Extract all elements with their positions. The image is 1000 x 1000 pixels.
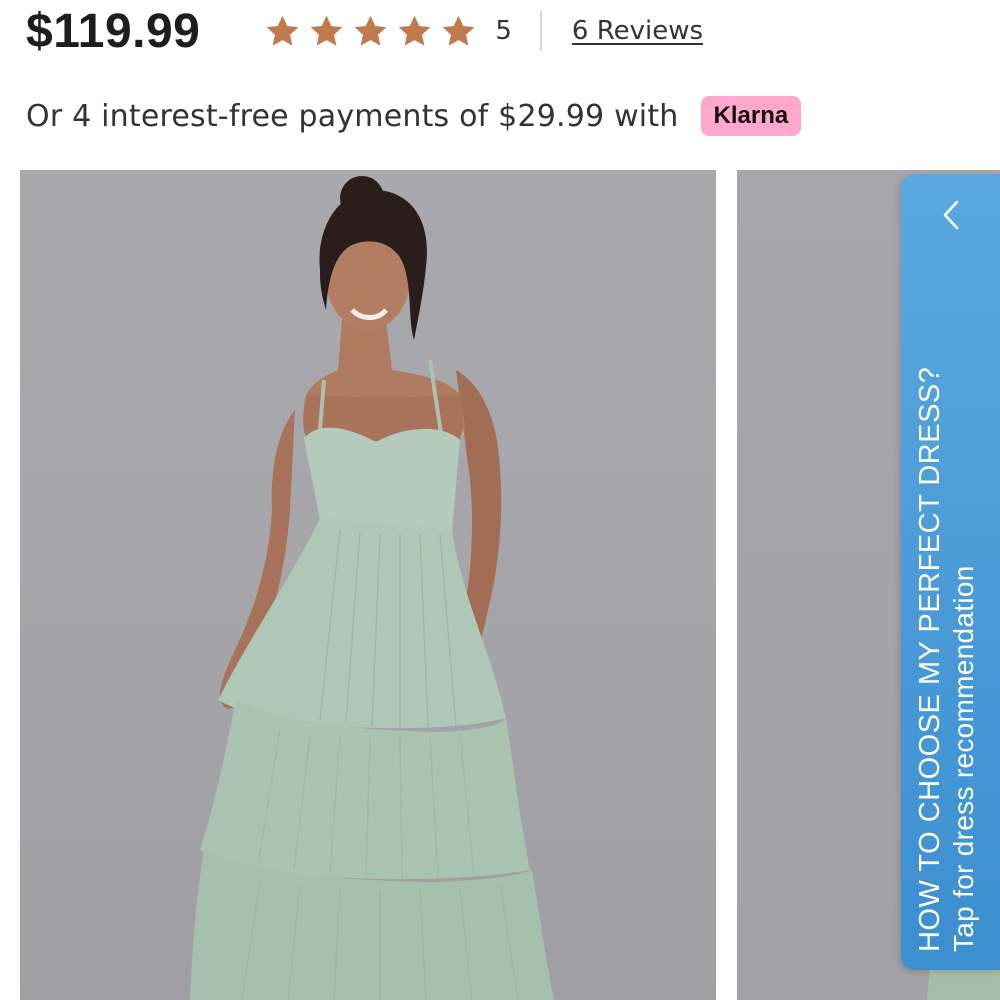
product-price: $119.99 — [26, 4, 201, 58]
dress-recommendation-tab[interactable]: HOW TO CHOOSE MY PERFECT DRESS? Tap for … — [901, 174, 1000, 970]
star-icon — [442, 15, 475, 46]
chevron-left-icon — [943, 200, 959, 230]
price-rating-row: $119.99 5 6 Reviews — [26, 0, 703, 62]
model-photo — [190, 176, 554, 1000]
installment-row: Or 4 interest-free payments of $29.99 wi… — [26, 96, 802, 136]
star-icon — [398, 15, 431, 46]
divider — [539, 11, 542, 51]
installment-text: Or 4 interest-free payments of $29.99 wi… — [26, 98, 679, 134]
star-icon — [354, 15, 387, 46]
reviews-link[interactable]: 6 Reviews — [572, 16, 703, 46]
star-icon — [310, 15, 343, 46]
star-icon — [266, 15, 299, 46]
product-image-main[interactable] — [20, 170, 716, 1000]
side-tab-text: HOW TO CHOOSE MY PERFECT DRESS? Tap for … — [913, 252, 1000, 952]
klarna-badge[interactable]: Klarna — [700, 96, 802, 136]
rating-stars — [264, 13, 477, 50]
product-page: $119.99 5 6 Reviews Or 4 interest-free p… — [0, 0, 1000, 1000]
side-tab-title: HOW TO CHOOSE MY PERFECT DRESS? — [914, 366, 946, 952]
rating-value: 5 — [495, 16, 512, 46]
side-tab-subtitle: Tap for dress recommendation — [948, 565, 979, 952]
